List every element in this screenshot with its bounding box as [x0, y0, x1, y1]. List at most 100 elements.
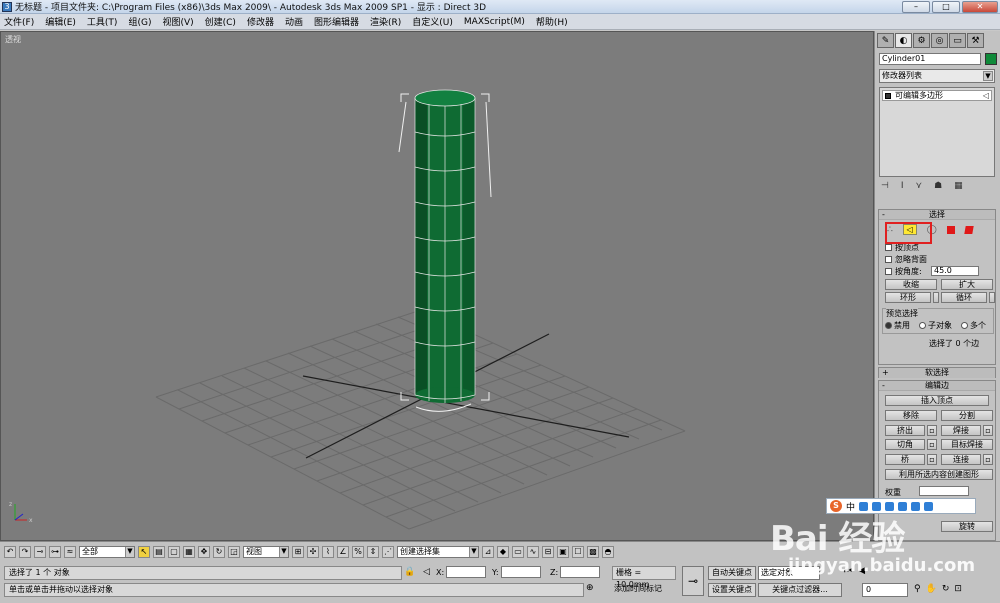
app-icon[interactable]: 3 — [2, 1, 12, 12]
extrude-button[interactable]: 挤出 — [885, 425, 925, 436]
menu-maxscript[interactable]: MAXScript(M) — [464, 17, 525, 27]
key-filters-button[interactable]: 关键点过滤器... — [758, 583, 842, 597]
z-field[interactable] — [560, 566, 601, 578]
chinese-mode-icon[interactable]: 中 — [846, 500, 855, 513]
named-selection-dropdown[interactable]: 创建选择集 ▼ — [397, 546, 479, 558]
time-tag-icon[interactable]: ⊕ — [586, 583, 596, 595]
menu-edit[interactable]: 编辑(E) — [45, 15, 76, 28]
auto-key-button[interactable]: 自动关键点 — [708, 566, 756, 580]
toolbox-icon[interactable] — [924, 501, 934, 511]
utilities-tab-icon[interactable]: ⚒ — [967, 33, 984, 48]
angle-snap-icon[interactable]: ∠ — [337, 546, 349, 558]
polygon-mode-icon[interactable] — [946, 225, 955, 234]
snap-toggle-icon[interactable]: ⌇ — [322, 546, 334, 558]
menu-create[interactable]: 创建(C) — [205, 15, 236, 28]
preview-subobject-radio[interactable]: 子对象 — [919, 320, 952, 331]
named-sets-icon[interactable]: ⋰ — [382, 546, 394, 558]
curve-editor-icon[interactable]: ∿ — [527, 546, 539, 558]
extrude-settings-button[interactable]: ▫ — [927, 425, 937, 436]
selection-filter-dropdown[interactable]: 全部 ▼ — [79, 546, 135, 558]
loop-spinner[interactable] — [989, 292, 995, 303]
element-mode-icon[interactable] — [964, 225, 974, 234]
by-angle-checkbox[interactable]: 按角度: — [885, 266, 922, 277]
minimize-button[interactable]: – — [902, 1, 930, 13]
close-button[interactable]: ✕ — [962, 1, 998, 13]
maximize-button[interactable]: □ — [932, 1, 960, 13]
select-object-icon[interactable]: ↖ — [138, 546, 150, 558]
hierarchy-tab-icon[interactable]: ⚙ — [913, 33, 930, 48]
stack-item-editable-poly[interactable]: 可编辑多边形 ◁ — [882, 90, 992, 101]
orbit-icon[interactable]: ↻ — [942, 584, 950, 594]
unlink-icon[interactable]: ⊶ — [49, 546, 61, 558]
chamfer-button[interactable]: 切角 — [885, 439, 925, 450]
undo-icon[interactable]: ↶ — [4, 546, 16, 558]
angle-spinner[interactable]: 45.0 — [931, 266, 979, 276]
menu-views[interactable]: 视图(V) — [162, 15, 193, 28]
voice-icon[interactable] — [885, 501, 895, 511]
create-tab-icon[interactable]: ✎ — [877, 33, 894, 48]
render-setup-icon[interactable]: ☐ — [572, 546, 584, 558]
bind-space-warp-icon[interactable]: ≈ — [64, 546, 76, 558]
rotate-button[interactable]: 旋转 — [941, 521, 993, 532]
menu-graph-editors[interactable]: 图形编辑器 — [314, 15, 359, 28]
shrink-button[interactable]: 收缩 — [885, 279, 937, 290]
key-selection-dropdown[interactable]: 选定对象 — [758, 566, 820, 580]
x-field[interactable] — [446, 566, 487, 578]
pivot-center-icon[interactable]: ⊞ — [292, 546, 304, 558]
absolute-mode-icon[interactable]: ◁ — [423, 567, 430, 577]
ring-button[interactable]: 环形 — [885, 292, 931, 303]
add-time-tag[interactable]: 添加时间标记 — [614, 583, 662, 597]
perspective-viewport[interactable]: x z 透视 — [0, 31, 874, 541]
set-key-button[interactable]: 设置关键点 — [708, 583, 756, 597]
modifier-list-dropdown[interactable]: 修改器列表 ▼ — [879, 69, 995, 83]
insert-vertex-button[interactable]: 插入顶点 — [885, 395, 989, 406]
connect-button[interactable]: 连接 — [941, 454, 981, 465]
create-shape-button[interactable]: 利用所选内容创建图形 — [885, 469, 993, 480]
modifier-stack[interactable]: 可编辑多边形 ◁ — [879, 87, 995, 177]
preview-multi-radio[interactable]: 多个 — [961, 320, 986, 331]
select-manipulate-icon[interactable]: ✣ — [307, 546, 319, 558]
skin-icon[interactable] — [911, 501, 921, 511]
remove-modifier-icon[interactable]: ☗ — [934, 181, 942, 191]
bridge-button[interactable]: 桥 — [885, 454, 925, 465]
spinner-snap-icon[interactable]: ⇕ — [367, 546, 379, 558]
menu-help[interactable]: 帮助(H) — [536, 15, 568, 28]
preview-off-radio[interactable]: 禁用 — [885, 320, 910, 331]
show-end-result-icon[interactable]: Ι — [901, 181, 904, 191]
keyboard-icon[interactable] — [898, 501, 908, 511]
lock-selection-icon[interactable]: 🔒 — [404, 567, 415, 577]
render-frame-icon[interactable]: ▩ — [587, 546, 599, 558]
layer-manager-icon[interactable]: ▭ — [512, 546, 524, 558]
weld-button[interactable]: 焊接 — [941, 425, 981, 436]
menu-group[interactable]: 组(G) — [128, 15, 151, 28]
rotate-icon[interactable]: ↻ — [213, 546, 225, 558]
configure-sets-icon[interactable]: ▦ — [954, 181, 963, 191]
key-icon[interactable]: ⊸ — [682, 566, 704, 596]
grow-button[interactable]: 扩大 — [941, 279, 993, 290]
align-icon[interactable]: ◆ — [497, 546, 509, 558]
connect-settings-button[interactable]: ▫ — [983, 454, 993, 465]
mirror-icon[interactable]: ⊿ — [482, 546, 494, 558]
ignore-backfacing-checkbox[interactable]: 忽略背面 — [885, 254, 927, 265]
zoom-icon[interactable]: ⚲ — [914, 584, 921, 594]
schematic-view-icon[interactable]: ⊟ — [542, 546, 554, 558]
ring-spinner[interactable] — [933, 292, 939, 303]
move-icon[interactable]: ✥ — [198, 546, 210, 558]
expand-icon[interactable] — [885, 93, 891, 99]
object-color-swatch[interactable] — [985, 53, 997, 65]
percent-snap-icon[interactable]: % — [352, 546, 364, 558]
redo-icon[interactable]: ↷ — [19, 546, 31, 558]
link-icon[interactable]: ⊸ — [34, 546, 46, 558]
menu-rendering[interactable]: 渲染(R) — [370, 15, 401, 28]
menu-file[interactable]: 文件(F) — [4, 15, 34, 28]
select-by-name-icon[interactable]: ▤ — [153, 546, 165, 558]
maximize-viewport-icon[interactable]: ⊡ — [954, 584, 962, 594]
target-weld-button[interactable]: 目标焊接 — [941, 439, 993, 450]
edit-edges-header[interactable]: - 编辑边 — [879, 381, 995, 391]
current-frame-field[interactable]: 0 — [862, 583, 908, 597]
weight-spinner[interactable] — [919, 486, 969, 496]
chamfer-settings-button[interactable]: ▫ — [927, 439, 937, 450]
scale-icon[interactable]: ◲ — [228, 546, 240, 558]
quick-render-icon[interactable]: ◓ — [602, 546, 614, 558]
soft-selection-header[interactable]: + 软选择 — [879, 368, 995, 378]
